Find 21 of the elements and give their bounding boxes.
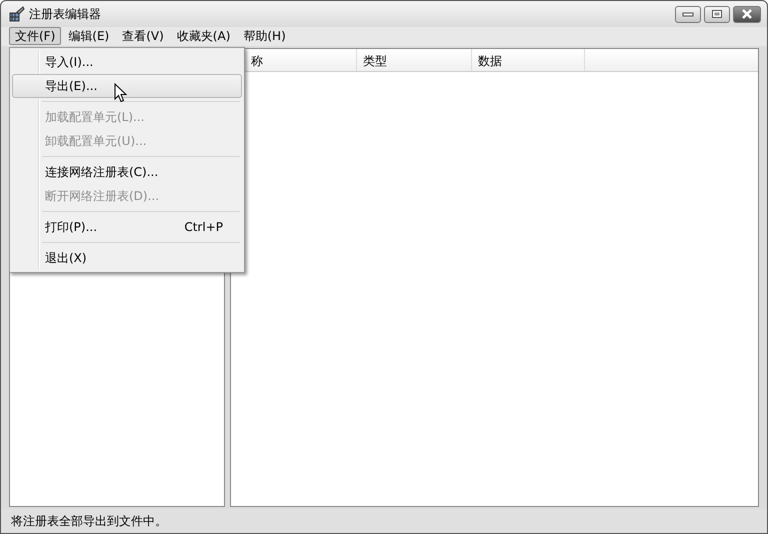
menu-item[interactable]: 编辑(E) (62, 27, 116, 45)
column-header[interactable]: 类型 (357, 49, 472, 71)
menu-option[interactable]: 打印(P)... Ctrl+P (12, 215, 242, 239)
minimize-icon (682, 11, 694, 17)
menu-item[interactable]: 查看(V) (116, 27, 170, 45)
registry-icon (9, 6, 25, 22)
menu-item[interactable]: 收藏夹(A) (170, 27, 236, 45)
maximize-button[interactable] (704, 6, 730, 22)
close-button[interactable] (733, 6, 761, 22)
close-icon (741, 9, 753, 19)
column-header[interactable]: 数据 (472, 49, 585, 71)
menu-option[interactable]: 退出(X) (12, 246, 242, 270)
menu-item[interactable]: 帮助(H) (237, 27, 292, 45)
mouse-pointer-icon (114, 83, 127, 103)
menu-item[interactable]: 文件(F) (9, 27, 62, 45)
maximize-icon (711, 9, 723, 19)
status-text: 将注册表全部导出到文件中。 (1, 509, 767, 533)
window-title: 注册表编辑器 (29, 6, 101, 22)
minimize-button[interactable] (675, 6, 701, 22)
menu-option[interactable]: 导出(E)... (12, 74, 242, 98)
menu-option[interactable]: 连接网络注册表(C)... (12, 160, 242, 184)
